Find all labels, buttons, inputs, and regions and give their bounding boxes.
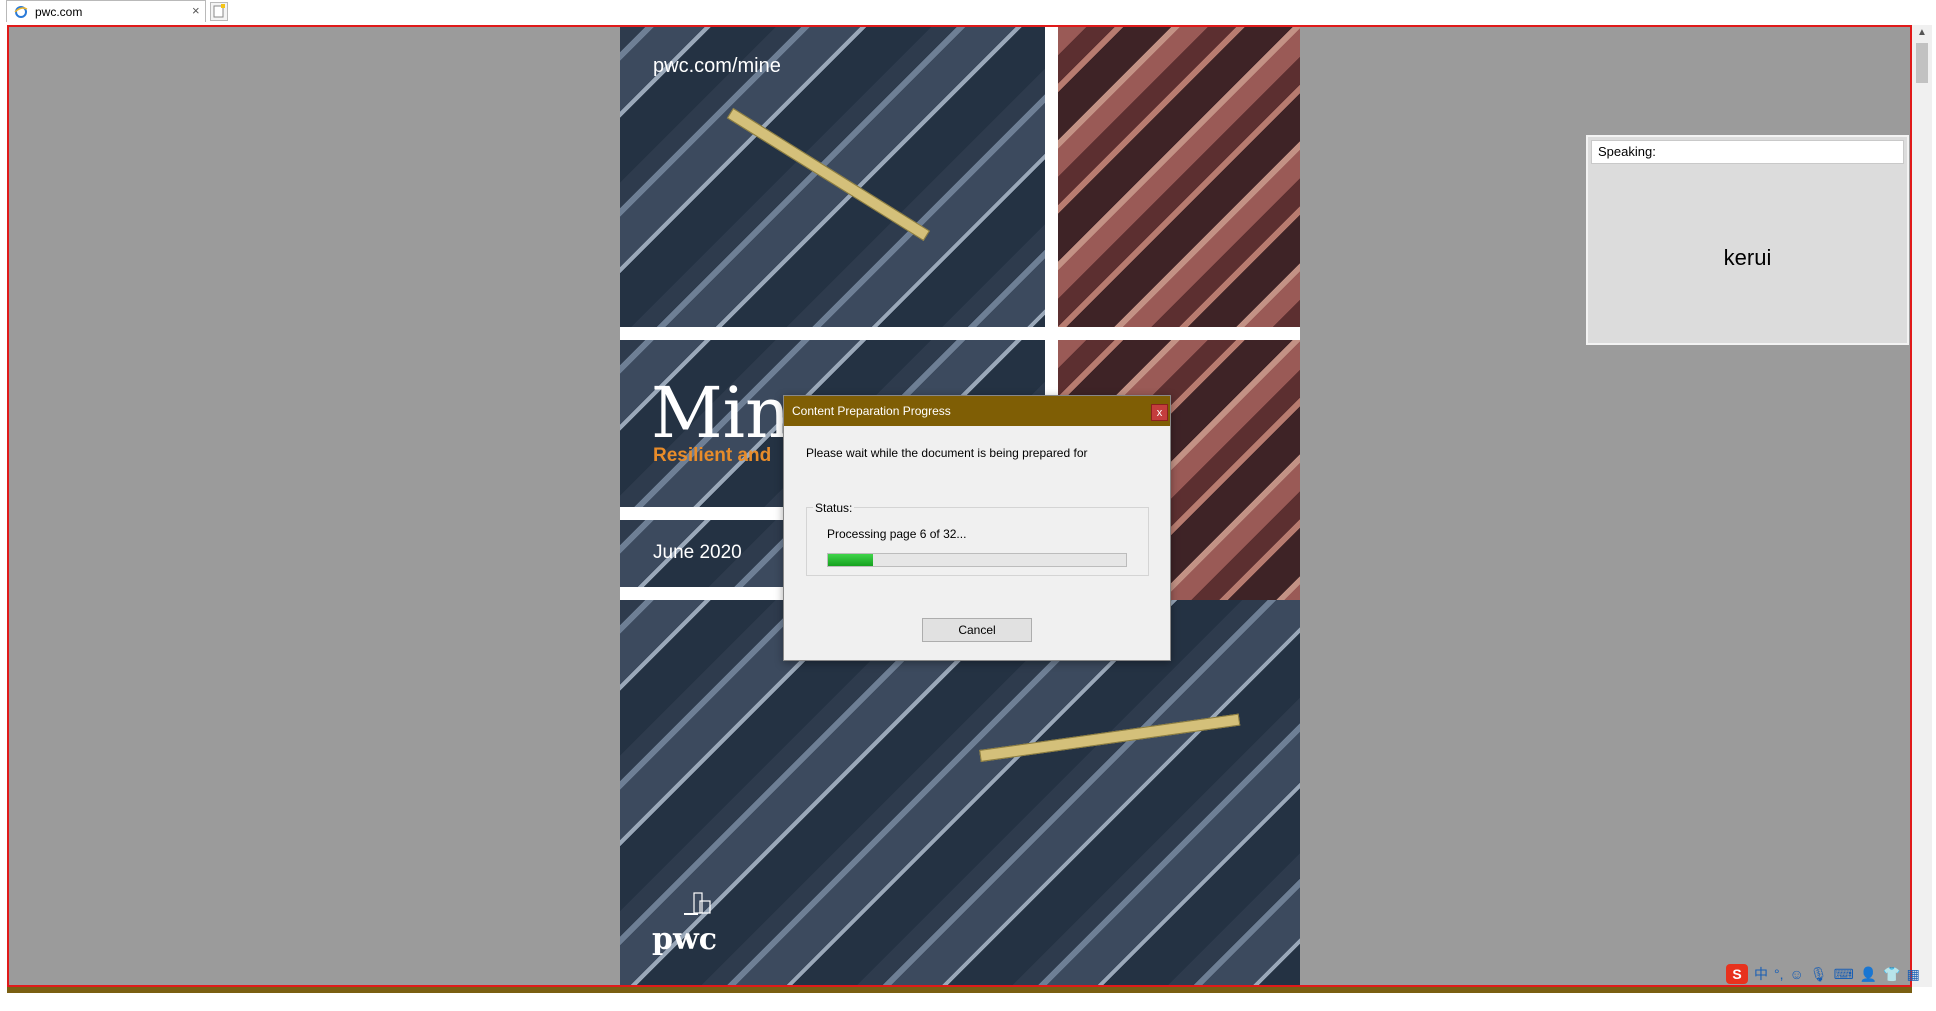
- progress-bar-fill: [828, 554, 873, 566]
- document-subtitle: Resilient and: [653, 445, 772, 466]
- cover-image-top-right: [1058, 27, 1300, 327]
- document-url-text: pwc.com/mine: [653, 55, 781, 77]
- scroll-thumb[interactable]: [1916, 43, 1928, 83]
- speaking-panel: Speaking: kerui: [1586, 135, 1909, 345]
- grid-icon[interactable]: ▦: [1907, 964, 1920, 984]
- dialog-close-button[interactable]: x: [1151, 404, 1168, 421]
- user-icon[interactable]: 👤: [1860, 964, 1877, 984]
- dialog-message: Please wait while the document is being …: [806, 446, 1088, 460]
- status-group: Status: Processing page 6 of 32...: [806, 501, 1149, 576]
- tab-title: pwc.com: [35, 5, 83, 19]
- keyboard-icon[interactable]: ⌨: [1834, 964, 1854, 984]
- stacker-crane-graphic: [726, 107, 930, 242]
- pwc-logo: pwc: [652, 922, 718, 957]
- dialog-title: Content Preparation Progress: [792, 404, 951, 418]
- shirt-icon[interactable]: 👕: [1883, 964, 1900, 984]
- status-text: Processing page 6 of 32...: [827, 527, 967, 541]
- tab-close-icon[interactable]: ×: [192, 3, 200, 18]
- sogou-ime-logo[interactable]: S: [1726, 964, 1748, 984]
- internet-explorer-icon: [14, 6, 28, 18]
- document-date: June 2020: [653, 542, 742, 563]
- new-tab-button[interactable]: [210, 2, 228, 21]
- speaker-name: kerui: [1723, 245, 1772, 270]
- status-label: Status:: [813, 501, 855, 515]
- browser-viewport: pwc.com/mine Mine Resilient and June 202…: [7, 25, 1912, 987]
- speaking-label: Speaking:: [1591, 140, 1904, 164]
- dialog-titlebar[interactable]: Content Preparation Progress x: [784, 396, 1170, 426]
- ime-mode-toggle[interactable]: 中: [1754, 964, 1768, 984]
- cancel-button[interactable]: Cancel: [922, 618, 1032, 642]
- progress-bar: [827, 553, 1127, 567]
- microphone-icon[interactable]: 🎙: [1810, 964, 1828, 984]
- new-tab-icon: [213, 4, 225, 18]
- taskbar-strip: [7, 987, 1912, 993]
- pwc-logo-mark: [684, 892, 711, 915]
- browser-tab-bar: pwc.com ×: [0, 0, 1936, 25]
- punctuation-toggle[interactable]: °,: [1774, 964, 1784, 984]
- scroll-up-icon[interactable]: ▲: [1912, 25, 1932, 41]
- browser-tab[interactable]: pwc.com ×: [6, 0, 206, 22]
- stacker-crane-graphic: [979, 713, 1241, 762]
- vertical-scrollbar[interactable]: ▲: [1912, 25, 1932, 987]
- ime-toolbar: S 中 °, ☺ 🎙 ⌨ 👤 👕 ▦: [1726, 963, 1920, 985]
- content-preparation-dialog: Content Preparation Progress x Please wa…: [783, 395, 1171, 661]
- smiley-icon[interactable]: ☺: [1790, 964, 1804, 984]
